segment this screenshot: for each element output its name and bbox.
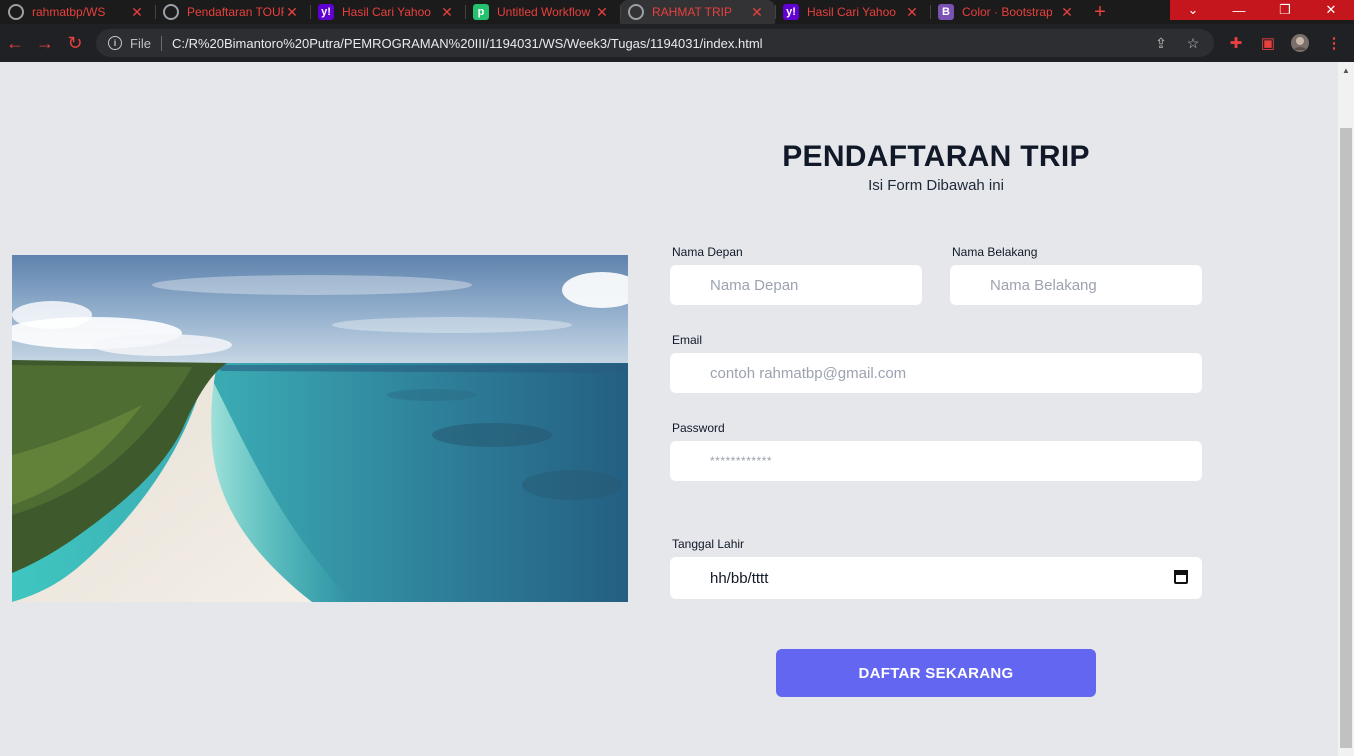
close-tab-icon[interactable]: ✕ xyxy=(594,4,610,21)
bootstrap-icon: B xyxy=(938,4,954,20)
address-bar[interactable]: i File C:/R%20Bimantoro%20Putra/PEMROGRA… xyxy=(96,29,1214,57)
tab-title: Hasil Cari Yahoo xyxy=(342,5,431,19)
tab-search-icon[interactable]: ⌄ xyxy=(1170,0,1216,20)
window-controls: ⌄ — ❐ ✕ xyxy=(1170,0,1354,20)
forward-arrow-icon[interactable]: → xyxy=(30,28,60,58)
tab-title: Color · Bootstrap xyxy=(962,5,1053,19)
globe-icon xyxy=(163,4,179,20)
tab-rahmatbp-ws[interactable]: rahmatbp/WS ✕ xyxy=(0,0,155,24)
tab-title: RAHMAT TRIP xyxy=(652,5,733,19)
tab-strip: rahmatbp/WS ✕ Pendaftaran TOUR ✕ y! Hasi… xyxy=(0,0,1354,24)
reload-icon[interactable]: ↻ xyxy=(60,28,90,58)
pipedream-icon: p xyxy=(473,4,489,20)
profile-avatar[interactable] xyxy=(1288,31,1312,55)
form-heading: PENDAFTARAN TRIP Isi Form Dibawah ini xyxy=(670,140,1202,194)
close-tab-icon[interactable]: ✕ xyxy=(749,4,765,21)
last-name-label: Nama Belakang xyxy=(952,245,1038,259)
page-viewport: PENDAFTARAN TRIP Isi Form Dibawah ini Na… xyxy=(0,62,1338,756)
github-icon xyxy=(8,4,24,20)
close-tab-icon[interactable]: ✕ xyxy=(129,4,145,21)
password-input[interactable]: ************ xyxy=(670,441,1202,481)
birth-date-value: hh/bb/tttt xyxy=(710,569,769,587)
page-scrollbar[interactable]: ▲ xyxy=(1338,62,1354,756)
tab-title: Hasil Cari Yahoo xyxy=(807,5,896,19)
close-tab-icon[interactable]: ✕ xyxy=(284,4,300,21)
beach-image xyxy=(12,255,628,602)
url-text[interactable]: C:/R%20Bimantoro%20Putra/PEMROGRAMAN%20I… xyxy=(172,36,1150,51)
scheme-label: File xyxy=(130,35,162,51)
submit-button[interactable]: DAFTAR SEKARANG xyxy=(776,649,1096,697)
page-title: PENDAFTARAN TRIP xyxy=(782,140,1090,173)
minimize-icon[interactable]: — xyxy=(1216,0,1262,20)
info-icon[interactable]: i xyxy=(108,36,122,50)
page-subtitle: Isi Form Dibawah ini xyxy=(868,177,1004,194)
tab-title: Untitled Workflow xyxy=(497,5,591,19)
yahoo-icon: y! xyxy=(318,4,334,20)
extensions-puzzle-icon[interactable]: ✚ xyxy=(1224,31,1248,55)
sidebar-icon[interactable]: ▣ xyxy=(1256,31,1280,55)
restore-icon[interactable]: ❐ xyxy=(1262,0,1308,20)
password-placeholder: ************ xyxy=(710,454,773,468)
scroll-up-arrow-icon[interactable]: ▲ xyxy=(1338,64,1354,78)
globe-icon xyxy=(628,4,644,20)
email-label: Email xyxy=(672,333,703,347)
tab-yahoo-1[interactable]: y! Hasil Cari Yahoo ✕ xyxy=(310,0,465,24)
browser-toolbar: ← → ↻ i File C:/R%20Bimantoro%20Putra/PE… xyxy=(0,24,1354,62)
share-icon[interactable]: ⇪ xyxy=(1150,35,1172,52)
tab-rahmat-trip[interactable]: RAHMAT TRIP ✕ xyxy=(620,0,775,24)
calendar-icon[interactable] xyxy=(1174,570,1188,584)
close-tab-icon[interactable]: ✕ xyxy=(439,4,455,21)
first-name-input[interactable]: Nama Depan xyxy=(670,265,922,305)
close-tab-icon[interactable]: ✕ xyxy=(904,4,920,21)
tab-untitled-workflow[interactable]: p Untitled Workflow ✕ xyxy=(465,0,620,24)
password-label: Password xyxy=(672,421,725,435)
yahoo-icon: y! xyxy=(783,4,799,20)
close-tab-icon[interactable]: ✕ xyxy=(1059,4,1075,21)
new-tab-button[interactable]: + xyxy=(1085,0,1115,24)
back-arrow-icon[interactable]: ← xyxy=(0,28,30,58)
last-name-input[interactable]: Nama Belakang xyxy=(950,265,1202,305)
tab-title: rahmatbp/WS xyxy=(32,5,106,19)
birth-date-label: Tanggal Lahir xyxy=(672,537,745,551)
close-window-icon[interactable]: ✕ xyxy=(1308,0,1354,20)
tab-yahoo-2[interactable]: y! Hasil Cari Yahoo ✕ xyxy=(775,0,930,24)
birth-date-input[interactable]: hh/bb/tttt xyxy=(670,557,1202,599)
tab-pendaftaran-tour[interactable]: Pendaftaran TOUR ✕ xyxy=(155,0,310,24)
email-input[interactable]: contoh rahmatbp@gmail.com xyxy=(670,353,1202,393)
tab-bootstrap-color[interactable]: B Color · Bootstrap ✕ xyxy=(930,0,1085,24)
tab-title: Pendaftaran TOUR xyxy=(187,5,284,19)
first-name-label: Nama Depan xyxy=(672,245,743,259)
scroll-thumb[interactable] xyxy=(1340,128,1352,748)
bookmark-star-icon[interactable]: ☆ xyxy=(1182,35,1204,52)
browser-menu-icon[interactable]: ⋮ xyxy=(1322,31,1346,55)
